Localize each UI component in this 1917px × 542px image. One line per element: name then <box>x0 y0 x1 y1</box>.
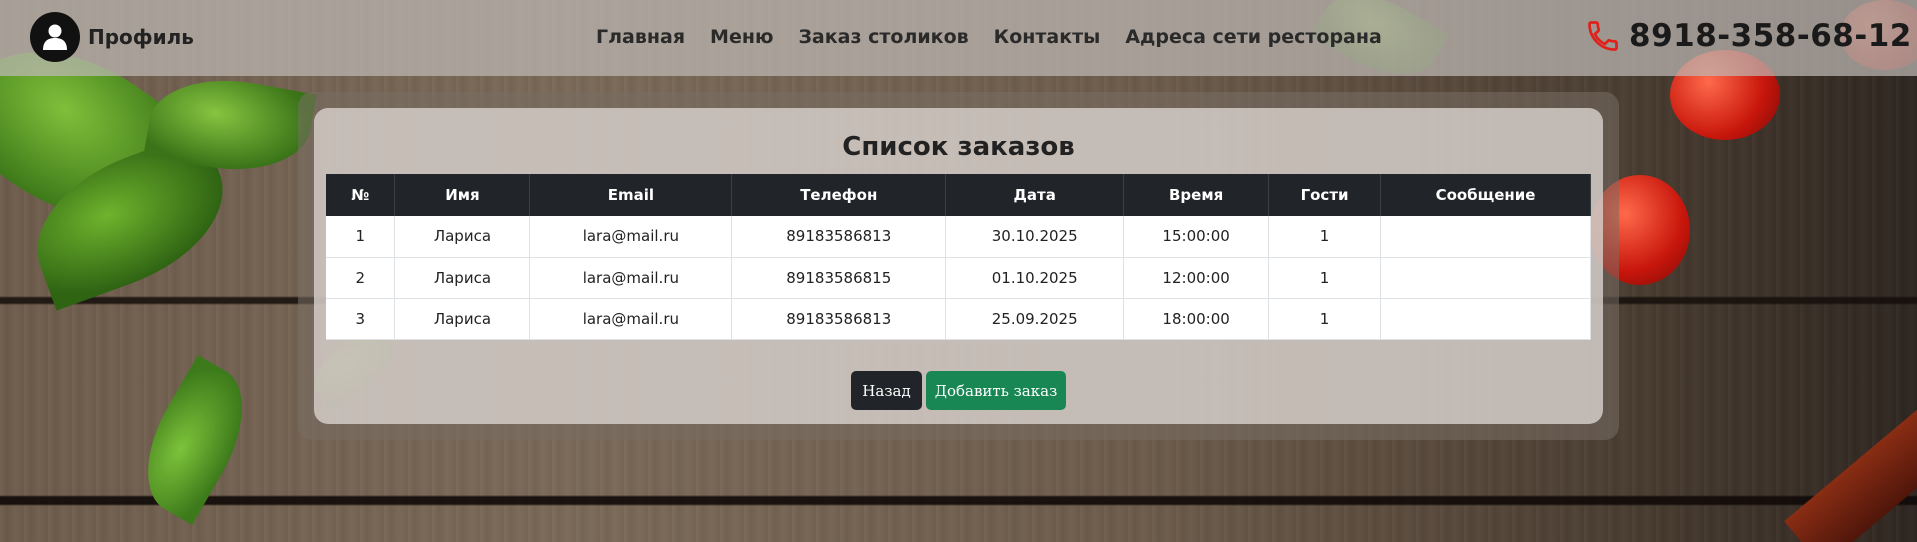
column-header: Email <box>529 174 733 216</box>
cell-date: 01.10.2025 <box>945 257 1125 299</box>
profile-link[interactable]: Профиль <box>30 12 194 62</box>
cell-number: 3 <box>326 298 396 340</box>
page-title: Список заказов <box>842 132 1075 162</box>
cell-number: 2 <box>326 257 396 299</box>
cell-guests: 1 <box>1268 298 1382 340</box>
action-buttons: Назад Добавить заказ <box>314 371 1603 410</box>
cell-name: Лариса <box>394 216 531 258</box>
table-row: 2 Лариса lara@mail.ru 89183586815 01.10.… <box>326 257 1591 299</box>
orders-table: № Имя Email Телефон Дата Время Гости Соо… <box>326 174 1591 340</box>
cell-message <box>1380 257 1591 299</box>
cell-email: lara@mail.ru <box>529 216 733 258</box>
phone-number: 8918-358-68-12 <box>1629 18 1912 54</box>
cell-message <box>1380 298 1591 340</box>
cell-time: 18:00:00 <box>1123 298 1270 340</box>
cell-email: lara@mail.ru <box>529 298 733 340</box>
cell-name: Лариса <box>394 257 531 299</box>
column-header: Дата <box>945 174 1125 216</box>
cell-time: 12:00:00 <box>1123 257 1270 299</box>
user-avatar-icon <box>30 12 80 62</box>
column-header: Время <box>1123 174 1270 216</box>
cell-time: 15:00:00 <box>1123 216 1270 258</box>
profile-label: Профиль <box>88 25 194 49</box>
cell-guests: 1 <box>1268 257 1382 299</box>
cell-guests: 1 <box>1268 216 1382 258</box>
column-header: Имя <box>394 174 531 216</box>
add-order-button[interactable]: Добавить заказ <box>926 371 1066 410</box>
cell-email: lara@mail.ru <box>529 257 733 299</box>
column-header: Телефон <box>731 174 947 216</box>
cell-name: Лариса <box>394 298 531 340</box>
nav-item-home[interactable]: Главная <box>596 26 685 48</box>
top-navbar: Профиль Главная Меню Заказ столиков Конт… <box>0 0 1917 76</box>
nav-item-table-booking[interactable]: Заказ столиков <box>798 26 968 48</box>
nav-item-menu[interactable]: Меню <box>710 26 773 48</box>
cell-phone: 89183586813 <box>731 298 947 340</box>
table-header-row: № Имя Email Телефон Дата Время Гости Соо… <box>326 174 1591 216</box>
nav-item-contacts[interactable]: Контакты <box>994 26 1101 48</box>
cell-phone: 89183586813 <box>731 216 947 258</box>
main-nav: Главная Меню Заказ столиков Контакты Адр… <box>596 26 1382 48</box>
column-header: Сообщение <box>1380 174 1591 216</box>
table-row: 3 Лариса lara@mail.ru 89183586813 25.09.… <box>326 298 1591 340</box>
orders-card: Список заказов № Имя Email Телефон Дата … <box>314 108 1603 424</box>
phone-block[interactable]: 8918-358-68-12 <box>1585 18 1912 54</box>
back-button[interactable]: Назад <box>851 371 922 410</box>
cell-phone: 89183586815 <box>731 257 947 299</box>
cell-number: 1 <box>326 216 396 258</box>
cell-date: 30.10.2025 <box>945 216 1125 258</box>
column-header: Гости <box>1268 174 1382 216</box>
table-row: 1 Лариса lara@mail.ru 89183586813 30.10.… <box>326 216 1591 258</box>
cell-message <box>1380 216 1591 258</box>
nav-item-addresses[interactable]: Адреса сети ресторана <box>1125 26 1382 48</box>
cell-date: 25.09.2025 <box>945 298 1125 340</box>
column-header: № <box>326 174 396 216</box>
phone-icon <box>1588 21 1618 51</box>
